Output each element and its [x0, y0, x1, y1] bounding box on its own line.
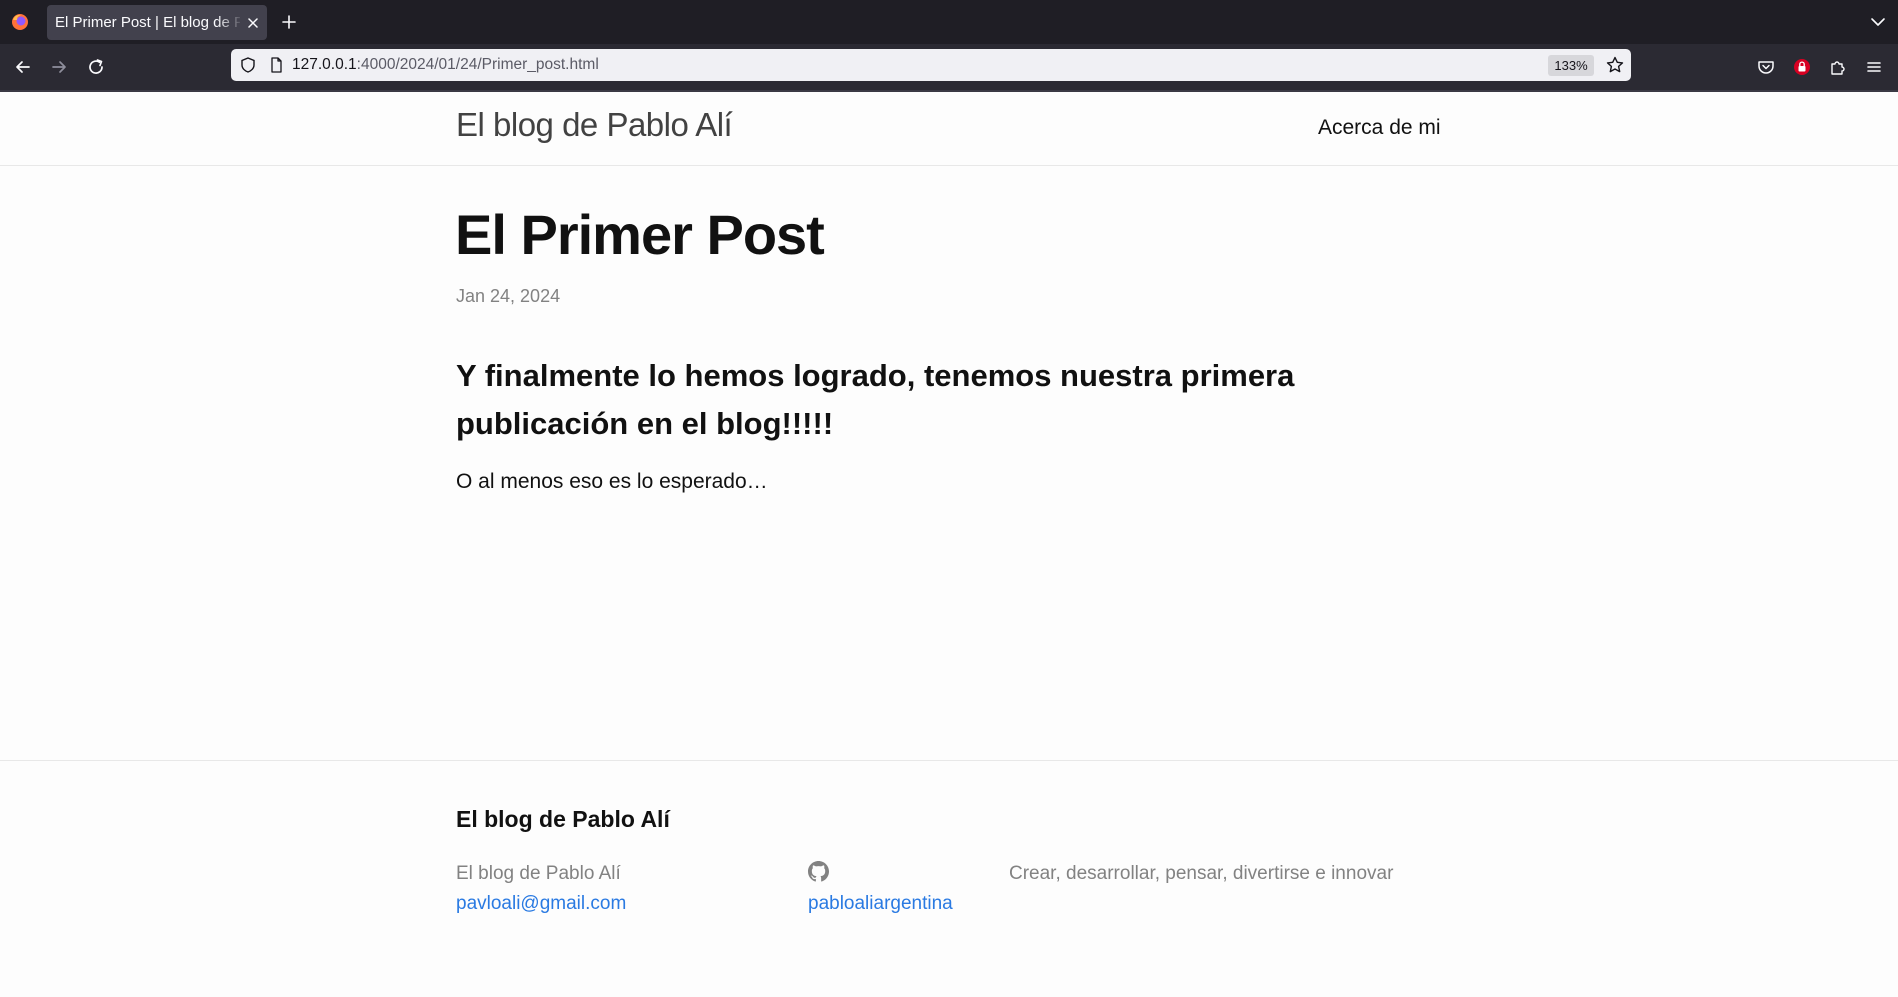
url-path: :4000/2024/01/24/Primer_post.html [356, 56, 599, 73]
browser-tab-bar: El Primer Post | El blog de Pablo Alí [0, 0, 1898, 44]
nav-link-about[interactable]: Acerca de mi [1318, 116, 1441, 140]
forward-arrow-icon[interactable] [48, 56, 70, 78]
close-icon[interactable] [244, 14, 262, 32]
site-footer: El blog de Pablo Alí El blog de Pablo Al… [0, 760, 1898, 997]
post-body-paragraph: O al menos eso es lo esperado… [456, 470, 768, 493]
footer-heading: El blog de Pablo Alí [456, 806, 670, 832]
back-arrow-icon[interactable] [12, 56, 34, 78]
bookmark-star-icon[interactable] [1605, 55, 1625, 75]
footer-tagline: Crear, desarrollar, pensar, divertirse e… [1009, 863, 1394, 884]
address-bar[interactable]: 127.0.0.1:4000/2024/01/24/Primer_post.ht… [231, 49, 1631, 81]
page-document-icon [271, 57, 282, 73]
shield-icon[interactable] [239, 56, 257, 74]
github-icon[interactable] [808, 861, 829, 882]
url-host: 127.0.0.1 [292, 56, 357, 73]
extension-lock-icon[interactable] [1791, 56, 1813, 78]
chevron-down-icon[interactable] [1868, 12, 1888, 32]
post-date: Jan 24, 2024 [456, 286, 561, 306]
reload-icon[interactable] [85, 56, 107, 78]
firefox-logo-icon [12, 14, 28, 30]
footer-site-name: El blog de Pablo Alí [456, 863, 621, 884]
new-tab-plus-icon[interactable] [279, 12, 299, 32]
active-tab[interactable]: El Primer Post | El blog de Pablo Alí [47, 5, 267, 40]
extensions-puzzle-icon[interactable] [1827, 56, 1849, 78]
pocket-icon[interactable] [1755, 56, 1777, 78]
site-header: El blog de Pablo Alí Acerca de mi [0, 92, 1898, 166]
site-title-link[interactable]: El blog de Pablo Alí [456, 106, 733, 144]
zoom-level-badge[interactable]: 133% [1548, 55, 1594, 76]
menu-hamburger-icon[interactable] [1863, 56, 1885, 78]
footer-github-link[interactable]: pabloaliargentina [808, 893, 953, 915]
url-text: 127.0.0.1:4000/2024/01/24/Primer_post.ht… [292, 49, 599, 81]
footer-email-link[interactable]: pavloali@gmail.com [456, 893, 626, 915]
post-title: El Primer Post [455, 203, 825, 266]
browser-nav-bar: 127.0.0.1:4000/2024/01/24/Primer_post.ht… [0, 44, 1898, 90]
post-lead-heading: Y finalmente lo hemos logrado, tenemos n… [456, 358, 1295, 441]
tab-title: El Primer Post | El blog de Pablo Alí [55, 14, 240, 31]
